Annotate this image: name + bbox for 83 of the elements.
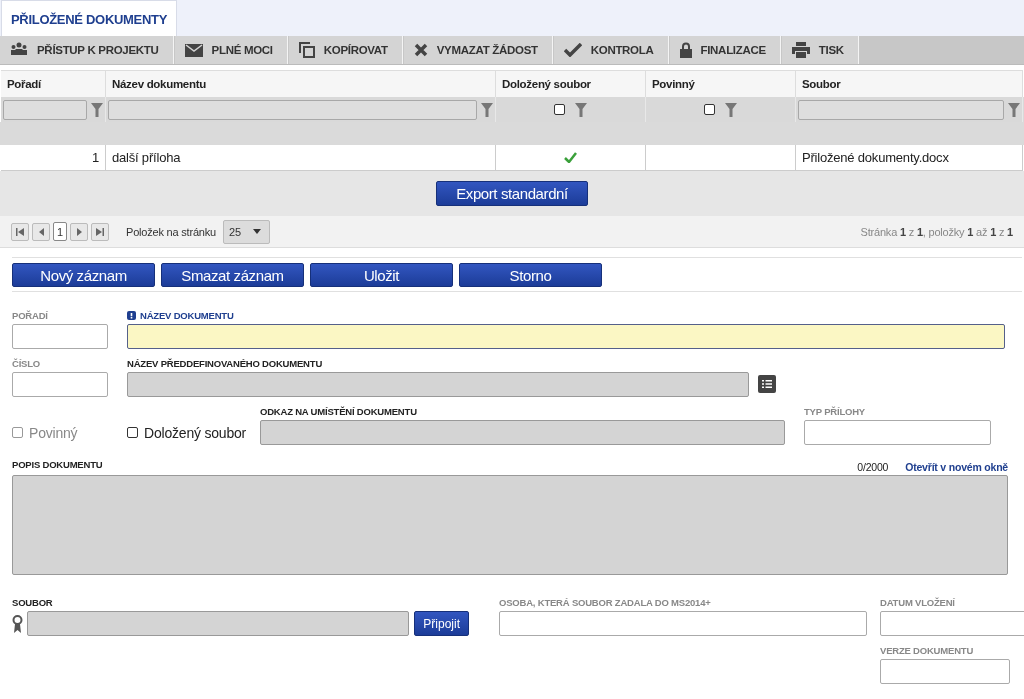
filter-field[interactable] bbox=[3, 99, 87, 120]
input-field[interactable] bbox=[499, 611, 867, 636]
column-header[interactable]: Doložený soubor bbox=[496, 70, 646, 97]
copy-icon bbox=[298, 42, 315, 58]
people-icon bbox=[10, 42, 28, 58]
checkbox-label: Doložený soubor bbox=[144, 424, 247, 441]
toolbar-button[interactable]: KONTROLA bbox=[553, 36, 669, 64]
field-label: TYP PŘÍLOHY bbox=[804, 406, 865, 417]
form-button[interactable]: Storno bbox=[459, 263, 602, 287]
field-label: ODKAZ NA UMÍSTĚNÍ DOKUMENTU bbox=[260, 406, 417, 417]
form-button[interactable]: Smazat záznam bbox=[161, 263, 304, 287]
filter-icon[interactable] bbox=[91, 102, 103, 117]
form-button[interactable]: Uložit bbox=[310, 263, 453, 287]
input-field[interactable] bbox=[127, 324, 1005, 349]
tab[interactable]: PŘILOŽENÉ DOKUMENTY bbox=[1, 0, 178, 36]
toolbar-button[interactable]: PLNÉ MOCI bbox=[174, 36, 288, 64]
last-page-icon bbox=[96, 227, 104, 236]
input-field[interactable] bbox=[260, 420, 785, 445]
previous-page-button[interactable] bbox=[32, 222, 50, 241]
next-page-icon bbox=[76, 227, 82, 236]
previous-page-icon bbox=[38, 227, 44, 236]
description-textarea[interactable] bbox=[12, 475, 1008, 575]
lock-icon bbox=[679, 42, 692, 58]
input-field[interactable] bbox=[27, 611, 410, 636]
page-number-field[interactable]: 1 bbox=[53, 222, 67, 241]
page-size-label: Položek na stránku bbox=[126, 225, 216, 238]
award-icon bbox=[12, 614, 23, 633]
column-header[interactable]: Soubor bbox=[796, 70, 1023, 97]
checkmark-icon bbox=[563, 43, 582, 57]
column-header[interactable]: Pořadí bbox=[1, 70, 106, 97]
envelope-icon bbox=[184, 43, 203, 57]
field-label: ČÍSLO bbox=[12, 358, 41, 369]
page-summary: Stránka 1 z 1, položky 1 až 1 z 1 bbox=[860, 225, 1013, 238]
filter-field[interactable] bbox=[108, 99, 477, 120]
table-cell: 1 bbox=[1, 145, 106, 171]
input-field[interactable] bbox=[880, 659, 1010, 684]
checkbox[interactable] bbox=[127, 427, 138, 438]
filter-icon[interactable] bbox=[1008, 102, 1020, 117]
filter-icon[interactable] bbox=[575, 102, 587, 117]
last-page-button[interactable] bbox=[91, 222, 109, 241]
input-field[interactable] bbox=[880, 611, 1024, 636]
toolbar-button[interactable]: PŘÍSTUP K PROJEKTU bbox=[0, 36, 174, 64]
checkmark-icon bbox=[564, 152, 577, 163]
column-header[interactable]: Povinný bbox=[646, 70, 796, 97]
form-button[interactable]: Nový záznam bbox=[12, 263, 155, 287]
field-label: DATUM VLOŽENÍ bbox=[880, 597, 955, 608]
filter-field[interactable] bbox=[798, 99, 1004, 120]
toolbar-button[interactable]: KOPÍROVAT bbox=[288, 36, 403, 64]
filter-checkbox[interactable] bbox=[704, 104, 715, 115]
field-label: NÁZEV DOKUMENTU bbox=[140, 310, 234, 321]
export-button[interactable]: Export standardní bbox=[436, 181, 588, 206]
table-cell: další příloha bbox=[106, 145, 496, 171]
filter-icon[interactable] bbox=[481, 102, 493, 117]
toolbar-button[interactable]: TISK bbox=[781, 36, 859, 64]
next-page-button[interactable] bbox=[70, 222, 88, 241]
field-label: VERZE DOKUMENTU bbox=[880, 645, 974, 656]
filter-icon[interactable] bbox=[725, 102, 737, 117]
column-header[interactable]: Název dokumentu bbox=[106, 70, 496, 97]
toolbar-button[interactable]: FINALIZACE bbox=[669, 36, 781, 64]
field-label: OSOBA, KTERÁ SOUBOR ZADALA DO MS2014+ bbox=[499, 597, 711, 608]
first-page-button[interactable] bbox=[11, 222, 29, 241]
field-label: POŘADÍ bbox=[12, 310, 48, 321]
checkbox-label: Povinný bbox=[29, 424, 78, 441]
input-field[interactable] bbox=[12, 372, 108, 397]
toolbar-button[interactable]: VYMAZAT ŽÁDOST bbox=[403, 36, 553, 64]
cross-icon bbox=[413, 43, 428, 57]
character-counter: 0/2000 bbox=[857, 461, 889, 473]
field-label: SOUBOR bbox=[12, 597, 53, 608]
filter-checkbox[interactable] bbox=[554, 104, 565, 115]
caret-icon bbox=[252, 229, 261, 234]
input-field[interactable] bbox=[804, 420, 991, 445]
list-icon[interactable] bbox=[758, 375, 776, 393]
printer-icon bbox=[791, 42, 810, 58]
field-label: POPIS DOKUMENTU bbox=[12, 459, 103, 470]
input-field[interactable] bbox=[12, 324, 108, 349]
info-icon bbox=[127, 311, 136, 320]
table-cell: Přiložené dokumenty.docx bbox=[796, 145, 1023, 171]
field-label: NÁZEV PŘEDDEFINOVANÉHO DOKUMENTU bbox=[127, 358, 323, 369]
open-in-new-window-link[interactable]: Otevřít v novém okně bbox=[905, 461, 1008, 473]
first-page-icon bbox=[16, 227, 24, 236]
input-field[interactable] bbox=[127, 372, 749, 397]
attach-button[interactable]: Připojit bbox=[414, 611, 469, 636]
page-size-dropdown[interactable]: 25 bbox=[222, 219, 270, 244]
